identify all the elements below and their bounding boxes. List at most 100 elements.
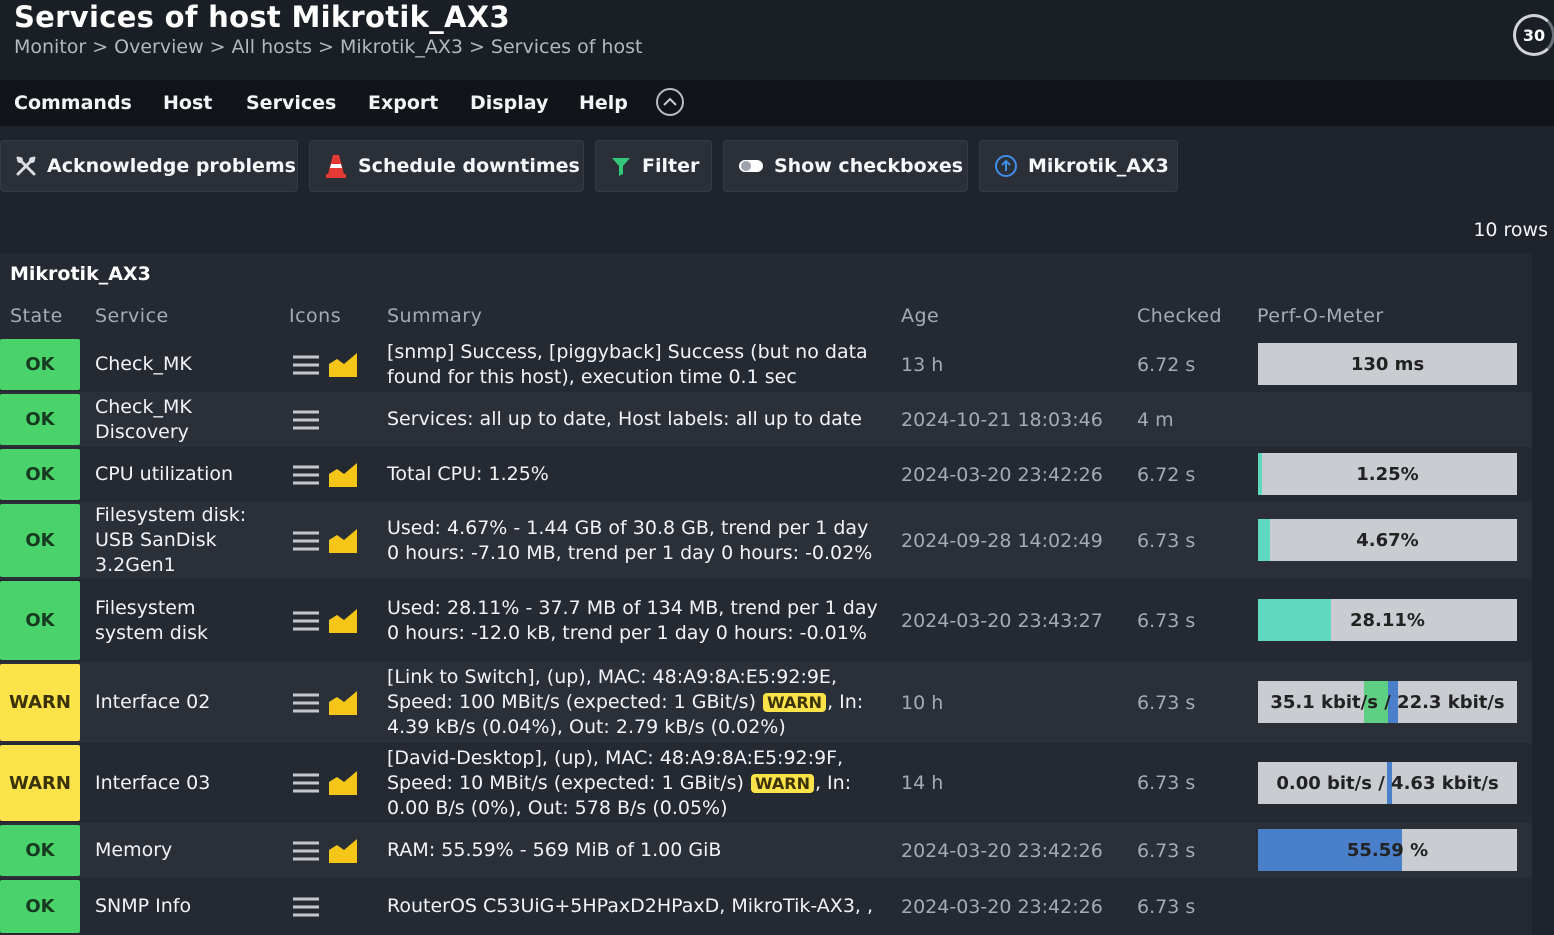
state-badge[interactable]: OK (0, 339, 80, 390)
perf-o-meter[interactable]: 35.1 kbit/s / 22.3 kbit/s (1258, 681, 1517, 723)
perf-o-meter[interactable]: 4.67% (1258, 519, 1517, 561)
refresh-seconds: 30 (1522, 25, 1546, 45)
table-row[interactable]: OK Filesystem system disk Used: 28.11% -… (0, 579, 1532, 662)
summary-text: [David-Desktop], (up), MAC: 48:A9:8A:E5:… (387, 746, 852, 819)
table-row[interactable]: WARN Interface 02 [Link to Switch], (up)… (0, 662, 1532, 743)
state-badge[interactable]: OK (0, 449, 80, 500)
page-title: Services of host Mikrotik_AX3 (14, 0, 510, 34)
breadcrumb-monitor[interactable]: Monitor (14, 36, 86, 58)
schedule-downtimes-button[interactable]: Schedule downtimes (309, 140, 584, 192)
table-row[interactable]: OK Memory RAM: 55.59% - 569 MiB of 1.00 … (0, 823, 1532, 878)
column-header-perf-o-meter[interactable]: Perf-O-Meter (1257, 305, 1384, 327)
show-checkboxes-button[interactable]: Show checkboxes (723, 140, 968, 192)
menu-icon[interactable] (292, 840, 320, 862)
menu-display[interactable]: Display (470, 92, 548, 114)
page-header: Services of host Mikrotik_AX3 Monitor > Ov… (0, 0, 1554, 80)
checked-value: 6.72 s (1137, 463, 1196, 486)
state-badge[interactable]: OK (0, 825, 80, 876)
column-header-state[interactable]: State (10, 305, 63, 327)
menu-commands[interactable]: Commands (14, 92, 132, 114)
service-name[interactable]: Filesystem system disk (95, 579, 245, 662)
state-badge[interactable]: OK (0, 394, 80, 445)
graph-icon[interactable] (328, 462, 358, 488)
summary-text: [Link to Switch], (up), MAC: 48:A9:8A:E5… (387, 666, 864, 738)
schedule-label: Schedule downtimes (358, 155, 580, 177)
checked-value: 4 m (1137, 408, 1174, 431)
graph-icon[interactable] (328, 838, 358, 864)
refresh-countdown[interactable]: 30 (1513, 14, 1554, 56)
checked-value: 6.73 s (1137, 529, 1196, 552)
column-header-summary[interactable]: Summary (387, 305, 482, 327)
warn-badge: WARN (763, 693, 827, 712)
table-host-title[interactable]: Mikrotik_AX3 (10, 263, 151, 285)
summary-text: Used: 4.67% - 1.44 GB of 30.8 GB, trend … (387, 516, 873, 564)
service-name[interactable]: Check_MK (95, 337, 275, 392)
filter-label: Filter (642, 155, 700, 177)
graph-icon[interactable] (328, 690, 358, 716)
service-name[interactable]: SNMP Info (95, 878, 275, 935)
graph-icon[interactable] (328, 352, 358, 378)
perf-label: 130 ms (1350, 353, 1425, 375)
warn-badge: WARN (750, 773, 814, 793)
table-row[interactable]: OK SNMP Info RouterOS C53UiG+5HPaxD2HPax… (0, 878, 1532, 935)
table-row[interactable]: WARN Interface 03 [David-Desktop], (up),… (0, 743, 1532, 823)
menu-icon[interactable] (292, 354, 320, 376)
graph-icon[interactable] (328, 770, 358, 796)
menu-export[interactable]: Export (368, 92, 438, 114)
service-name[interactable]: Filesystem disk: USB SanDisk 3.2Gen1 (95, 502, 275, 579)
perf-label: 35.1 kbit/s / 22.3 kbit/s (1270, 691, 1505, 713)
perf-o-meter[interactable]: 130 ms (1258, 343, 1517, 385)
filter-button[interactable]: Filter (595, 140, 712, 192)
column-header-age[interactable]: Age (901, 305, 939, 327)
age-value: 2024-03-20 23:42:26 (901, 895, 1103, 918)
perf-o-meter[interactable]: 28.11% (1258, 599, 1517, 641)
menu-help[interactable]: Help (579, 92, 628, 114)
menubar: Commands Host Services Export Display He… (0, 80, 1554, 126)
table-row[interactable]: OK Check_MK [snmp] Success, [piggyback] … (0, 337, 1532, 392)
host-link-button[interactable]: Mikrotik_AX3 (979, 140, 1178, 192)
acknowledge-problems-button[interactable]: Acknowledge problems (0, 140, 298, 192)
breadcrumb-overview[interactable]: Overview (114, 36, 203, 58)
age-value: 13 h (901, 353, 944, 376)
service-name[interactable]: Interface 02 (95, 662, 275, 743)
table-row[interactable]: OK CPU utilization Total CPU: 1.25% 2024… (0, 447, 1532, 502)
checkboxes-label: Show checkboxes (774, 155, 964, 177)
graph-icon[interactable] (328, 608, 358, 634)
state-badge[interactable]: WARN (0, 664, 80, 741)
service-name[interactable]: Check_MK Discovery (95, 392, 275, 447)
menu-services[interactable]: Services (246, 92, 336, 114)
age-value: 10 h (901, 691, 944, 714)
perf-label: 4.67% (1356, 529, 1419, 551)
menu-icon[interactable] (292, 464, 320, 486)
graph-icon[interactable] (328, 528, 358, 554)
age-value: 2024-03-20 23:42:26 (901, 839, 1103, 862)
perf-o-meter[interactable]: 0.00 bit/s / 4.63 kbit/s (1258, 762, 1517, 804)
menu-icon[interactable] (292, 530, 320, 552)
table-row[interactable]: OK Check_MK Discovery Services: all up t… (0, 392, 1532, 447)
state-badge[interactable]: OK (0, 581, 80, 660)
table-row[interactable]: OK Filesystem disk: USB SanDisk 3.2Gen1 … (0, 502, 1532, 579)
menu-icon[interactable] (292, 896, 320, 918)
chevron-up-icon (663, 97, 677, 106)
column-header-icons[interactable]: Icons (289, 305, 341, 327)
perf-o-meter[interactable]: 1.25% (1258, 453, 1517, 495)
menu-host[interactable]: Host (163, 92, 212, 114)
menu-icon[interactable] (292, 692, 320, 714)
service-name[interactable]: Memory (95, 823, 275, 878)
column-header-service[interactable]: Service (95, 305, 169, 327)
breadcrumb-services[interactable]: Services of host (491, 36, 643, 58)
menu-icon[interactable] (292, 409, 320, 431)
collapse-menu-button[interactable] (656, 88, 684, 116)
service-name[interactable]: Interface 03 (95, 743, 275, 823)
menu-icon[interactable] (292, 610, 320, 632)
menu-icon[interactable] (292, 772, 320, 794)
breadcrumb-all-hosts[interactable]: All hosts (232, 36, 313, 58)
breadcrumb-host[interactable]: Mikrotik_AX3 (340, 36, 463, 58)
state-badge[interactable]: OK (0, 504, 80, 577)
column-header-checked[interactable]: Checked (1137, 305, 1222, 327)
perf-o-meter[interactable]: 55.59 % (1258, 829, 1517, 871)
service-name[interactable]: CPU utilization (95, 447, 275, 502)
state-badge[interactable]: WARN (0, 745, 80, 821)
state-badge[interactable]: OK (0, 880, 80, 933)
toolbar: Acknowledge problems Schedule downtimes … (0, 140, 1554, 192)
